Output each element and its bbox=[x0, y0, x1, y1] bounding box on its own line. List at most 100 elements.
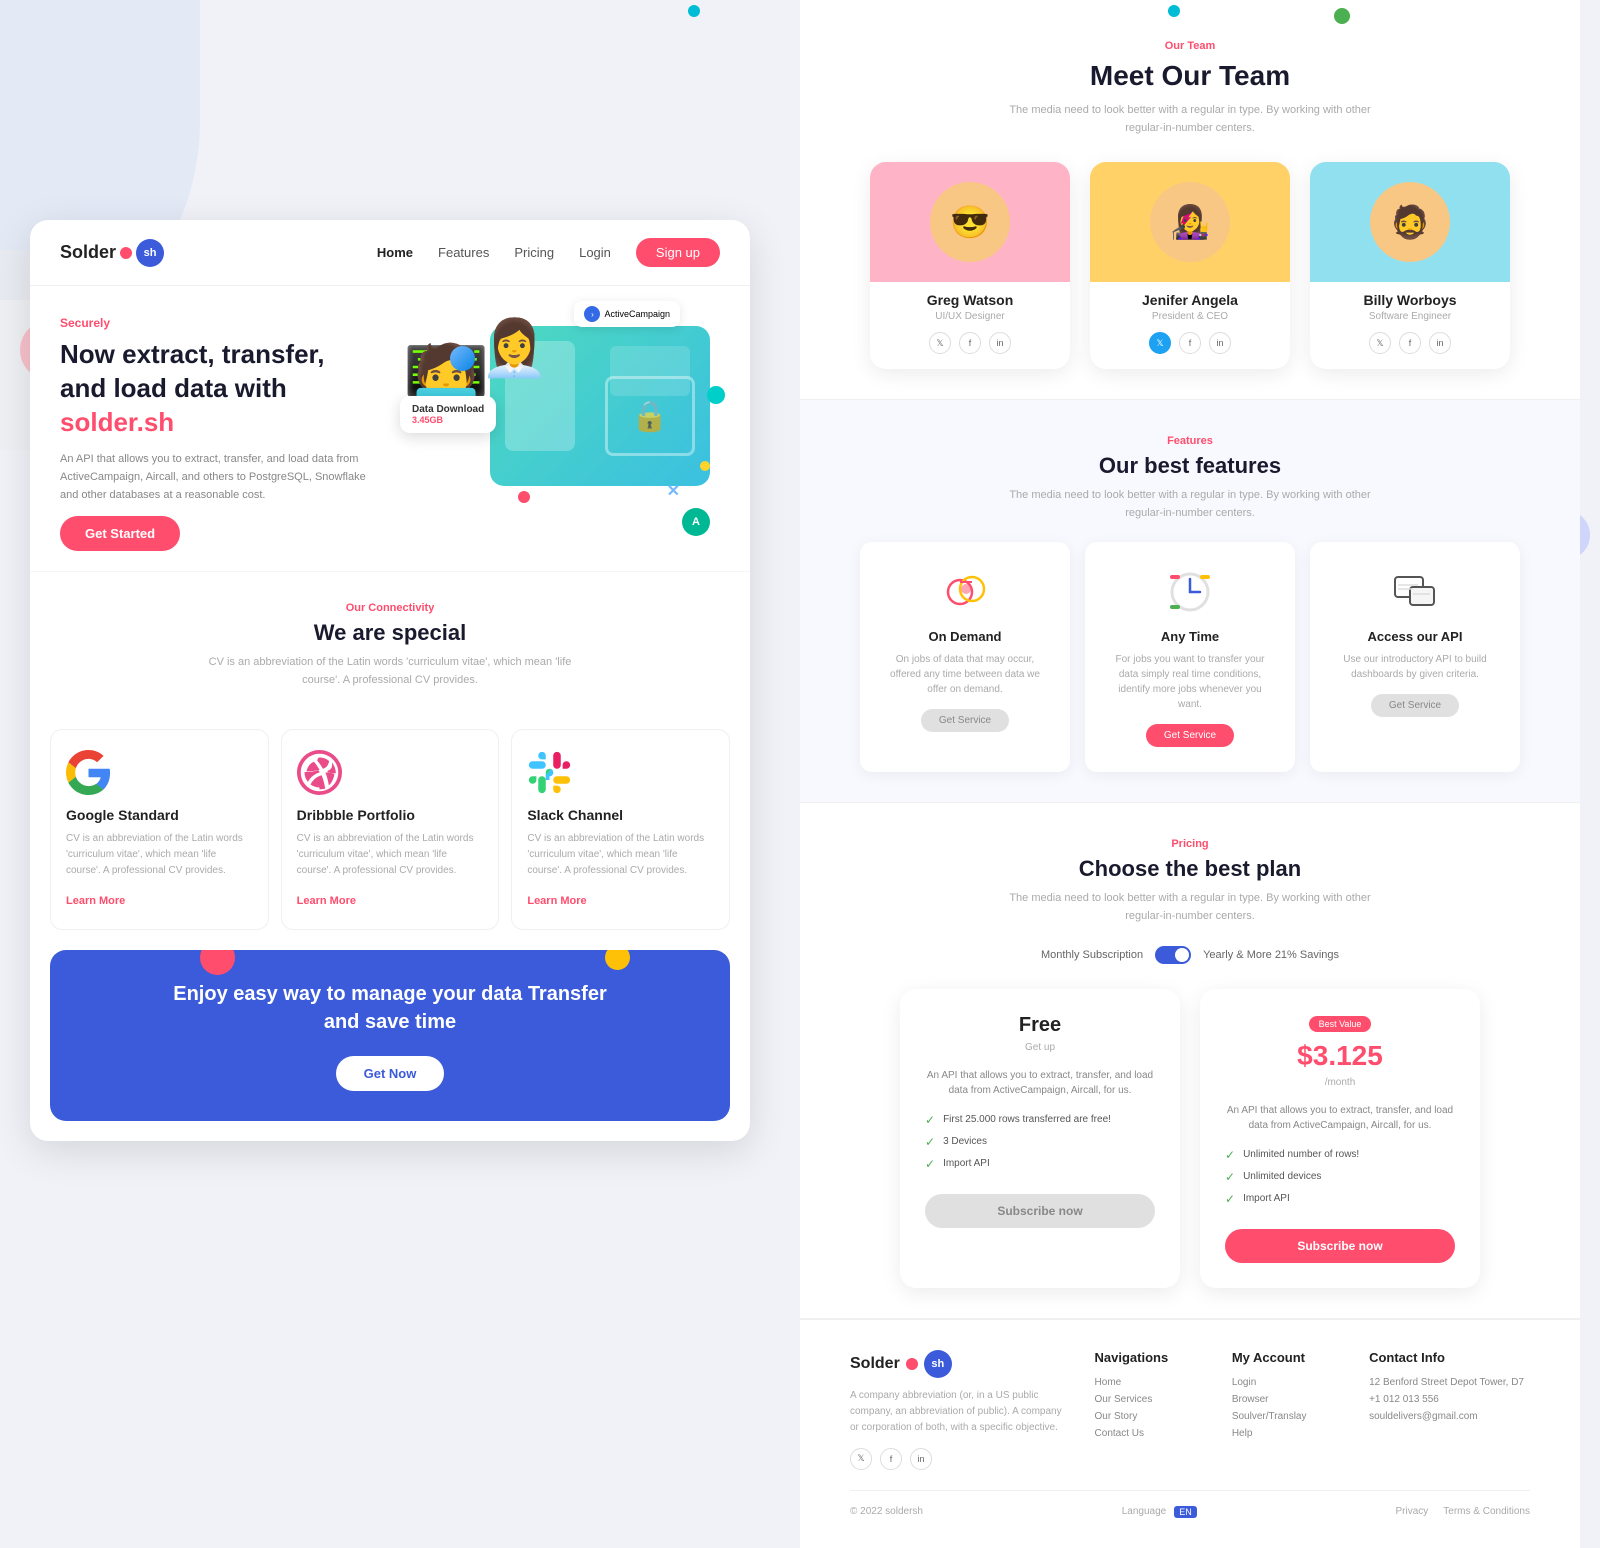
footer-contact-email[interactable]: souldelivers@gmail.com bbox=[1369, 1411, 1530, 1422]
footer-privacy[interactable]: Privacy bbox=[1395, 1506, 1428, 1517]
jenifer-facebook[interactable]: f bbox=[1179, 332, 1201, 354]
api-btn[interactable]: Get Service bbox=[1371, 694, 1459, 717]
footer-nav-services[interactable]: Our Services bbox=[1095, 1394, 1202, 1405]
data-download-card: Data Download 3.45GB bbox=[400, 396, 496, 433]
cta-button[interactable]: Get Now bbox=[336, 1056, 445, 1091]
footer-account-browser[interactable]: Browser bbox=[1232, 1394, 1339, 1405]
on-demand-icon bbox=[940, 567, 990, 617]
footer-account-help[interactable]: Help bbox=[1232, 1428, 1339, 1439]
paid-plan-desc: An API that allows you to extract, trans… bbox=[1225, 1103, 1455, 1133]
api-desc: Use our introductory API to build dashbo… bbox=[1330, 652, 1500, 682]
footer-twitter[interactable]: 𝕏 bbox=[850, 1448, 872, 1470]
on-demand-title: On Demand bbox=[880, 629, 1050, 644]
pricing-section: Pricing Choose the best plan The media n… bbox=[800, 803, 1580, 1318]
slack-card-link[interactable]: Learn More bbox=[527, 895, 586, 907]
team-card-greg: 😎 Greg Watson UI/UX Designer 𝕏 f in bbox=[870, 162, 1070, 369]
footer-language: Language EN bbox=[1122, 1506, 1197, 1518]
slack-card-title: Slack Channel bbox=[527, 807, 714, 823]
nav-login[interactable]: Login bbox=[579, 245, 611, 260]
any-time-title: Any Time bbox=[1105, 629, 1275, 644]
footer-contact-address: 12 Benford Street Depot Tower, D7 bbox=[1369, 1377, 1530, 1388]
logo-dot bbox=[120, 247, 132, 259]
footer-nav-heading: Navigations bbox=[1095, 1350, 1202, 1365]
footer-socials: 𝕏 f in bbox=[850, 1448, 1065, 1470]
on-demand-btn[interactable]: Get Service bbox=[921, 709, 1009, 732]
free-feature-2: ✓ 3 Devices bbox=[925, 1135, 1155, 1149]
illus-green-a: A bbox=[682, 508, 710, 536]
footer-logo: Solder sh bbox=[850, 1350, 1065, 1378]
free-plan-card: Free Get up An API that allows you to ex… bbox=[900, 989, 1180, 1288]
feature-any-time: Any Time For jobs you want to transfer y… bbox=[1085, 542, 1295, 772]
connectivity-label: Our Connectivity bbox=[60, 602, 720, 614]
billy-role: Software Engineer bbox=[1310, 311, 1510, 322]
greg-socials: 𝕏 f in bbox=[870, 332, 1070, 354]
nav-links: Home Features Pricing Login Sign up bbox=[377, 238, 720, 267]
greg-linkedin[interactable]: in bbox=[989, 332, 1011, 354]
monthly-label: Monthly Subscription bbox=[1041, 949, 1143, 961]
any-time-btn[interactable]: Get Service bbox=[1146, 724, 1234, 747]
footer-description: A company abbreviation (or, in a US publ… bbox=[850, 1388, 1065, 1436]
logo-sh: sh bbox=[136, 239, 164, 267]
api-icon bbox=[1390, 567, 1440, 617]
footer-account-login[interactable]: Login bbox=[1232, 1377, 1339, 1388]
footer-linkedin[interactable]: in bbox=[910, 1448, 932, 1470]
google-card-link[interactable]: Learn More bbox=[66, 895, 125, 907]
nav-home[interactable]: Home bbox=[377, 245, 413, 260]
feature-on-demand: On Demand On jobs of data that may occur… bbox=[860, 542, 1070, 772]
connectivity-desc: CV is an abbreviation of the Latin words… bbox=[190, 654, 590, 689]
jenifer-linkedin[interactable]: in bbox=[1209, 332, 1231, 354]
team-cards: 😎 Greg Watson UI/UX Designer 𝕏 f in 👩‍🎤 … bbox=[850, 162, 1530, 369]
footer-nav-col: Navigations Home Our Services Our Story … bbox=[1095, 1350, 1202, 1470]
dribbble-card: Dribbble Portfolio CV is an abbreviation… bbox=[281, 729, 500, 930]
billing-toggle[interactable] bbox=[1155, 946, 1191, 964]
footer-language-value[interactable]: EN bbox=[1174, 1506, 1197, 1518]
pricing-title: Choose the best plan bbox=[850, 856, 1530, 882]
footer-terms[interactable]: Terms & Conditions bbox=[1443, 1506, 1530, 1517]
footer-account-heading: My Account bbox=[1232, 1350, 1339, 1365]
hero-cta-button[interactable]: Get Started bbox=[60, 516, 180, 551]
team-title: Meet Our Team bbox=[850, 60, 1530, 92]
jenifer-twitter[interactable]: 𝕏 bbox=[1149, 332, 1171, 354]
logo-text: Solder bbox=[60, 242, 116, 263]
footer-section: Solder sh A company abbreviation (or, in… bbox=[800, 1319, 1580, 1548]
free-plan-desc: An API that allows you to extract, trans… bbox=[925, 1068, 1155, 1098]
footer-facebook[interactable]: f bbox=[880, 1448, 902, 1470]
best-value-badge: Best Value bbox=[1309, 1016, 1372, 1032]
features-section: Features Our best features The media nee… bbox=[800, 400, 1580, 803]
right-panel: Our Team Meet Our Team The media need to… bbox=[800, 0, 1580, 1548]
slack-icon bbox=[527, 750, 572, 795]
footer-account-soulver[interactable]: Soulver/Translay bbox=[1232, 1411, 1339, 1422]
team-card-billy: 🧔 Billy Worboys Software Engineer 𝕏 f in bbox=[1310, 162, 1510, 369]
navbar: Solder sh Home Features Pricing Login Si… bbox=[30, 220, 750, 286]
billy-facebook[interactable]: f bbox=[1399, 332, 1421, 354]
pricing-description: The media need to look better with a reg… bbox=[990, 890, 1390, 925]
nav-features[interactable]: Features bbox=[438, 245, 489, 260]
greg-twitter[interactable]: 𝕏 bbox=[929, 332, 951, 354]
billy-avatar-bg: 🧔 bbox=[1310, 162, 1510, 282]
free-feature-3: ✓ Import API bbox=[925, 1157, 1155, 1171]
signup-button[interactable]: Sign up bbox=[636, 238, 720, 267]
footer-nav-story[interactable]: Our Story bbox=[1095, 1411, 1202, 1422]
dribbble-card-link[interactable]: Learn More bbox=[297, 895, 356, 907]
illustration-container: 🔒 🧑‍💻 👩‍💼 › ActiveCampaign Data Download… bbox=[390, 296, 740, 556]
nav-pricing[interactable]: Pricing bbox=[514, 245, 554, 260]
footer-language-label: Language bbox=[1122, 1506, 1167, 1517]
hero-description: An API that allows you to extract, trans… bbox=[60, 451, 380, 504]
jenifer-avatar-bg: 👩‍🎤 bbox=[1090, 162, 1290, 282]
paid-feature-1: ✓ Unlimited number of rows! bbox=[1225, 1148, 1455, 1162]
footer-contact-phone: +1 012 013 556 bbox=[1369, 1394, 1530, 1405]
greg-facebook[interactable]: f bbox=[959, 332, 981, 354]
billy-twitter[interactable]: 𝕏 bbox=[1369, 332, 1391, 354]
footer-nav-contact[interactable]: Contact Us bbox=[1095, 1428, 1202, 1439]
illus-circle-1 bbox=[450, 346, 475, 371]
pricing-cards: Free Get up An API that allows you to ex… bbox=[850, 989, 1530, 1288]
jenifer-socials: 𝕏 f in bbox=[1090, 332, 1290, 354]
footer-nav-home[interactable]: Home bbox=[1095, 1377, 1202, 1388]
billy-linkedin[interactable]: in bbox=[1429, 332, 1451, 354]
billy-socials: 𝕏 f in bbox=[1310, 332, 1510, 354]
dribbble-icon bbox=[297, 750, 342, 795]
footer-contact-col: Contact Info 12 Benford Street Depot Tow… bbox=[1369, 1350, 1530, 1470]
free-subscribe-btn[interactable]: Subscribe now bbox=[925, 1194, 1155, 1228]
paid-subscribe-btn[interactable]: Subscribe now bbox=[1225, 1229, 1455, 1263]
footer-copyright: © 2022 soldersh bbox=[850, 1506, 923, 1517]
